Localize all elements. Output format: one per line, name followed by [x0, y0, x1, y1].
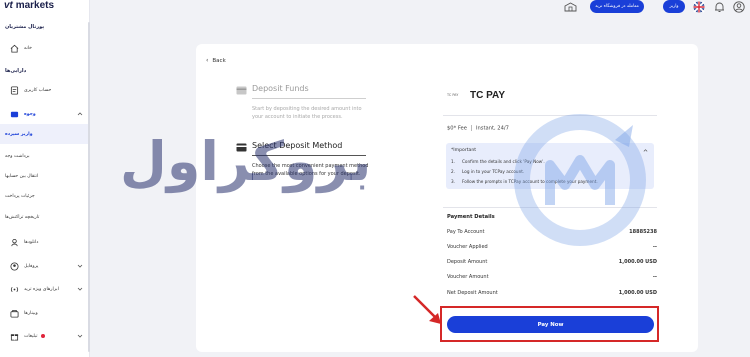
account-icon: [10, 85, 19, 95]
store-icon[interactable]: [564, 2, 577, 12]
back-link[interactable]: ‹ Back: [206, 57, 226, 64]
sidebar-heading-assets: دارایی‌ها: [5, 68, 27, 74]
detail-row: Voucher Amount --: [447, 274, 657, 280]
pointer-arrow-icon: [413, 295, 441, 324]
sidebar-item-promotions[interactable]: تبلیغات: [0, 326, 89, 346]
uk-flag-icon[interactable]: [693, 1, 705, 13]
watermark-text: بروکراول: [120, 130, 372, 193]
webinar-icon: [10, 309, 19, 318]
home-icon: [10, 44, 19, 53]
bell-icon[interactable]: [714, 1, 725, 13]
top-bar: معامله در فروشگاه ترید واریز: [90, 0, 750, 14]
pay-now-button[interactable]: Pay Now: [447, 316, 654, 333]
sidebar-item-account[interactable]: حساب کاربری: [0, 80, 89, 100]
highlight-box: Pay Now: [440, 306, 659, 342]
method-name: TC PAY: [470, 90, 506, 101]
sidebar-scrollbar[interactable]: [88, 22, 90, 352]
sidebar-item-transfer[interactable]: انتقال بین حسابها: [0, 166, 89, 186]
wallet-icon: [10, 111, 19, 117]
portal-title: پورتال مشتریان: [5, 24, 45, 30]
deposit-card-icon: [236, 86, 247, 95]
sidebar-item-withdraw[interactable]: برداشت وجه: [0, 146, 89, 166]
chevron-down-icon[interactable]: [77, 333, 83, 339]
profile-icon: [10, 261, 19, 271]
tcpay-logo: TC PAY: [447, 93, 459, 97]
detail-row: Deposit Amount 1,000.00 USD: [447, 259, 657, 265]
download-icon: [11, 238, 18, 246]
sidebar-item-downloads[interactable]: دانلودها: [0, 232, 89, 252]
step-divider: [252, 98, 366, 99]
deposit-button[interactable]: واریز: [663, 0, 685, 13]
chevron-down-icon[interactable]: [77, 263, 83, 269]
trade-store-button[interactable]: معامله در فروشگاه ترید: [590, 0, 644, 13]
signal-icon: [10, 286, 19, 292]
sidebar-item-trading-tools[interactable]: ابزارهای ویژه ترید: [0, 279, 89, 299]
gift-icon: [10, 333, 19, 341]
chevron-up-icon[interactable]: [77, 111, 83, 117]
payment-details-title: Payment Details: [447, 214, 495, 220]
fee-info: $0* Fee Instant, 24/7: [447, 125, 509, 132]
watermark-logo-icon: [514, 114, 646, 246]
user-circle-icon[interactable]: [733, 1, 745, 13]
sidebar-item-deposit[interactable]: واریز سپرده: [0, 124, 89, 144]
sidebar-item-funds[interactable]: وجوه: [0, 104, 89, 124]
sidebar-item-home[interactable]: خانه: [0, 38, 89, 58]
sidebar-item-transaction-history[interactable]: تاریخچه تراکنش‌ها: [0, 207, 89, 227]
notification-dot: [41, 334, 45, 338]
detail-row: Net Deposit Amount 1,000.00 USD: [447, 290, 657, 296]
vt-markets-logo[interactable]: vt markets: [4, 0, 54, 11]
sidebar: vt markets پورتال مشتریان خانه دارایی‌ها…: [0, 0, 90, 357]
chevron-down-icon[interactable]: [77, 286, 83, 292]
sidebar-item-profile[interactable]: پروفایل: [0, 256, 89, 276]
step-deposit-funds: Deposit Funds Start by depositing the de…: [236, 84, 366, 134]
sidebar-item-payment-details[interactable]: جزئیات پرداخت: [0, 186, 89, 206]
sidebar-item-webinars[interactable]: وبینارها: [0, 303, 89, 323]
chevron-left-icon: ‹: [206, 57, 209, 64]
